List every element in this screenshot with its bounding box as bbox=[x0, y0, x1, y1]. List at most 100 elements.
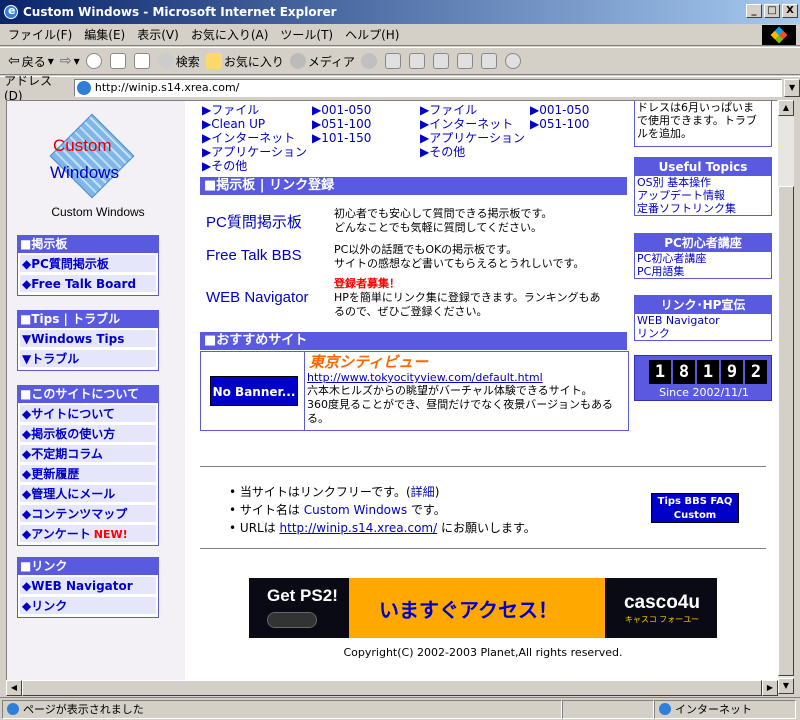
scroll-left-icon[interactable]: ◀ bbox=[6, 680, 22, 696]
ps2-ad-banner[interactable]: Get PS2! いますぐアクセス！ casco4u キャスコ フォーユー bbox=[249, 578, 717, 638]
nav-item-pc-question[interactable]: ◆PC質問掲示板 bbox=[20, 255, 156, 273]
list-item[interactable]: ▶Clean UP bbox=[202, 117, 307, 131]
menu-tools[interactable]: ツール(T) bbox=[280, 26, 333, 43]
edit-icon[interactable] bbox=[433, 53, 449, 69]
list-item[interactable]: ▶ファイル bbox=[202, 103, 307, 117]
scroll-thumb[interactable] bbox=[778, 186, 794, 676]
beginner-link[interactable]: PC用語集 bbox=[635, 265, 771, 278]
menu-view[interactable]: 表示(V) bbox=[137, 26, 179, 43]
status-panel-empty bbox=[562, 699, 654, 719]
refresh-icon[interactable] bbox=[109, 53, 126, 69]
discuss-icon[interactable] bbox=[457, 53, 473, 69]
media-button[interactable]: メディア bbox=[289, 53, 355, 70]
site-name-link[interactable]: Custom Windows bbox=[304, 503, 407, 517]
scroll-right-icon[interactable]: ▶ bbox=[762, 680, 778, 696]
logo-line2-text: Windows bbox=[50, 163, 119, 182]
status-bar: ページが表示されました インターネット bbox=[0, 697, 800, 720]
bbs-pc-question-link[interactable]: PC質問掲示板 bbox=[206, 211, 302, 232]
bbs-free-talk-link[interactable]: Free Talk BBS bbox=[206, 247, 302, 264]
list-item[interactable]: ▶その他 bbox=[202, 159, 307, 173]
menu-file[interactable]: ファイル(F) bbox=[8, 26, 72, 43]
list-item[interactable]: ▶001-050 bbox=[530, 103, 589, 117]
text: サイト名は bbox=[239, 503, 304, 517]
nav-item-column[interactable]: ◆不定期コラム bbox=[20, 445, 156, 463]
back-button[interactable]: ⇦ 戻る ▼ bbox=[8, 53, 54, 70]
recommend-url[interactable]: http://www.tokyocityview.com/default.htm… bbox=[307, 371, 543, 384]
list-item[interactable]: ▶アプリケーション bbox=[202, 145, 307, 159]
bbs-free-talk-desc: PC以外の話題でもOKの掲示板です。 サイトの感想など書いてもらえるとうれしいです… bbox=[334, 243, 584, 271]
vertical-scrollbar[interactable]: ▲ ▼ bbox=[778, 100, 794, 694]
nav-item-bbs-usage[interactable]: ◆掲示板の使い方 bbox=[20, 425, 156, 443]
recommend-site-name[interactable]: 東京シティビュー bbox=[309, 351, 428, 372]
search-button[interactable]: 検索 bbox=[157, 53, 200, 70]
address-dropdown-icon[interactable]: ▼ bbox=[784, 78, 800, 97]
beginner-head: PC初心者講座 bbox=[635, 234, 771, 252]
nav-item-trouble[interactable]: ▼トラブル bbox=[20, 350, 156, 368]
nav-item-survey[interactable]: ◆アンケート NEW! bbox=[20, 525, 156, 543]
home-icon[interactable] bbox=[133, 53, 150, 69]
search-icon bbox=[157, 53, 174, 69]
nav-item-web-navigator[interactable]: ◆WEB Navigator bbox=[20, 577, 156, 595]
nav-item-content-map[interactable]: ◆コンテンツマップ bbox=[20, 505, 156, 523]
list-item[interactable]: ▶アプリケーション bbox=[420, 131, 525, 145]
back-dropdown-icon: ▼ bbox=[47, 56, 54, 66]
nav-item-about-site[interactable]: ◆サイトについて bbox=[20, 405, 156, 423]
list-item[interactable]: ▶その他 bbox=[420, 145, 525, 159]
useful-link[interactable]: アップデート情報 bbox=[635, 189, 771, 202]
nav-item-links[interactable]: ◆リンク bbox=[20, 597, 156, 615]
history-icon[interactable] bbox=[361, 53, 377, 69]
no-banner-button[interactable]: No Banner... bbox=[210, 376, 298, 406]
print-icon[interactable] bbox=[409, 53, 425, 69]
site-logo[interactable]: Custom Windows bbox=[47, 113, 142, 216]
toolbar: ⇦ 戻る ▼ ⇨ ▼ 検索 お気に入り メディア bbox=[0, 47, 800, 75]
scroll-down-icon[interactable]: ▼ bbox=[778, 678, 794, 694]
forward-dropdown-icon: ▼ bbox=[73, 56, 80, 66]
research-icon[interactable] bbox=[481, 53, 497, 69]
bbs-web-navigator-link[interactable]: WEB Navigator bbox=[206, 289, 309, 306]
counter-digit: 9 bbox=[721, 360, 743, 384]
nav-item-history[interactable]: ◆更新履歴 bbox=[20, 465, 156, 483]
address-input[interactable]: http://winip.s14.xrea.com/ bbox=[73, 78, 783, 97]
beginner-link[interactable]: PC初心者講座 bbox=[635, 252, 771, 265]
stop-icon[interactable] bbox=[85, 53, 102, 69]
menu-favorites[interactable]: お気に入り(A) bbox=[191, 26, 269, 43]
mail-icon[interactable] bbox=[385, 53, 401, 69]
horizontal-scrollbar[interactable]: ◀ ▶ bbox=[6, 680, 778, 696]
useful-link[interactable]: OS別 基本操作 bbox=[635, 176, 771, 189]
tips-bbs-faq-banner[interactable]: Tips BBS FAQ Custom Windows bbox=[651, 493, 739, 535]
text: にお願いします。 bbox=[437, 521, 536, 535]
top-list-col1: ▶ファイル ▶Clean UP ▶インターネット ▶アプリケーション ▶その他 bbox=[202, 103, 307, 173]
link-pr-link[interactable]: WEB Navigator bbox=[635, 314, 771, 327]
bbs-section-header: ■掲示板 | リンク登録 bbox=[200, 177, 627, 195]
divider bbox=[200, 548, 766, 550]
menu-help[interactable]: ヘルプ(H) bbox=[345, 26, 399, 43]
hscroll-thumb[interactable] bbox=[22, 680, 762, 696]
favorites-button[interactable]: お気に入り bbox=[205, 53, 284, 70]
minimize-button[interactable]: _ bbox=[746, 4, 762, 18]
nav-item-free-talk[interactable]: ◆Free Talk Board bbox=[20, 275, 156, 293]
details-link[interactable]: 詳細 bbox=[411, 485, 435, 499]
close-button[interactable]: X bbox=[782, 4, 798, 18]
back-label: 戻る bbox=[21, 54, 46, 69]
forward-button[interactable]: ⇨ ▼ bbox=[60, 53, 80, 69]
scroll-up-icon[interactable]: ▲ bbox=[778, 100, 794, 116]
useful-link[interactable]: 定番ソフトリンク集 bbox=[635, 202, 771, 215]
list-item[interactable]: ▶051-100 bbox=[312, 117, 371, 131]
menu-edit[interactable]: 編集(E) bbox=[84, 26, 125, 43]
list-item[interactable]: ▶インターネット bbox=[420, 117, 525, 131]
list-item[interactable]: ▶ファイル bbox=[420, 103, 525, 117]
top-list-col4: ▶001-050 ▶051-100 bbox=[530, 103, 589, 131]
maximize-button[interactable]: □ bbox=[764, 4, 780, 18]
nav-item-windows-tips[interactable]: ▼Windows Tips bbox=[20, 330, 156, 348]
nav-item-mail[interactable]: ◆管理人にメール bbox=[20, 485, 156, 503]
list-item[interactable]: ▶101-150 bbox=[312, 131, 371, 145]
list-item[interactable]: ▶インターネット bbox=[202, 131, 307, 145]
desc-line: PC以外の話題でもOKの掲示板です。 bbox=[334, 243, 518, 256]
site-url-link[interactable]: http://winip.s14.xrea.com/ bbox=[280, 521, 438, 535]
list-item[interactable]: ▶051-100 bbox=[530, 117, 589, 131]
beginner-box: PC初心者講座 PC初心者講座 PC用語集 bbox=[634, 233, 772, 279]
link-pr-link[interactable]: リンク bbox=[635, 327, 771, 340]
list-item[interactable]: ▶001-050 bbox=[312, 103, 371, 117]
address-url: http://winip.s14.xrea.com/ bbox=[94, 81, 240, 94]
messenger-icon[interactable] bbox=[505, 53, 521, 69]
